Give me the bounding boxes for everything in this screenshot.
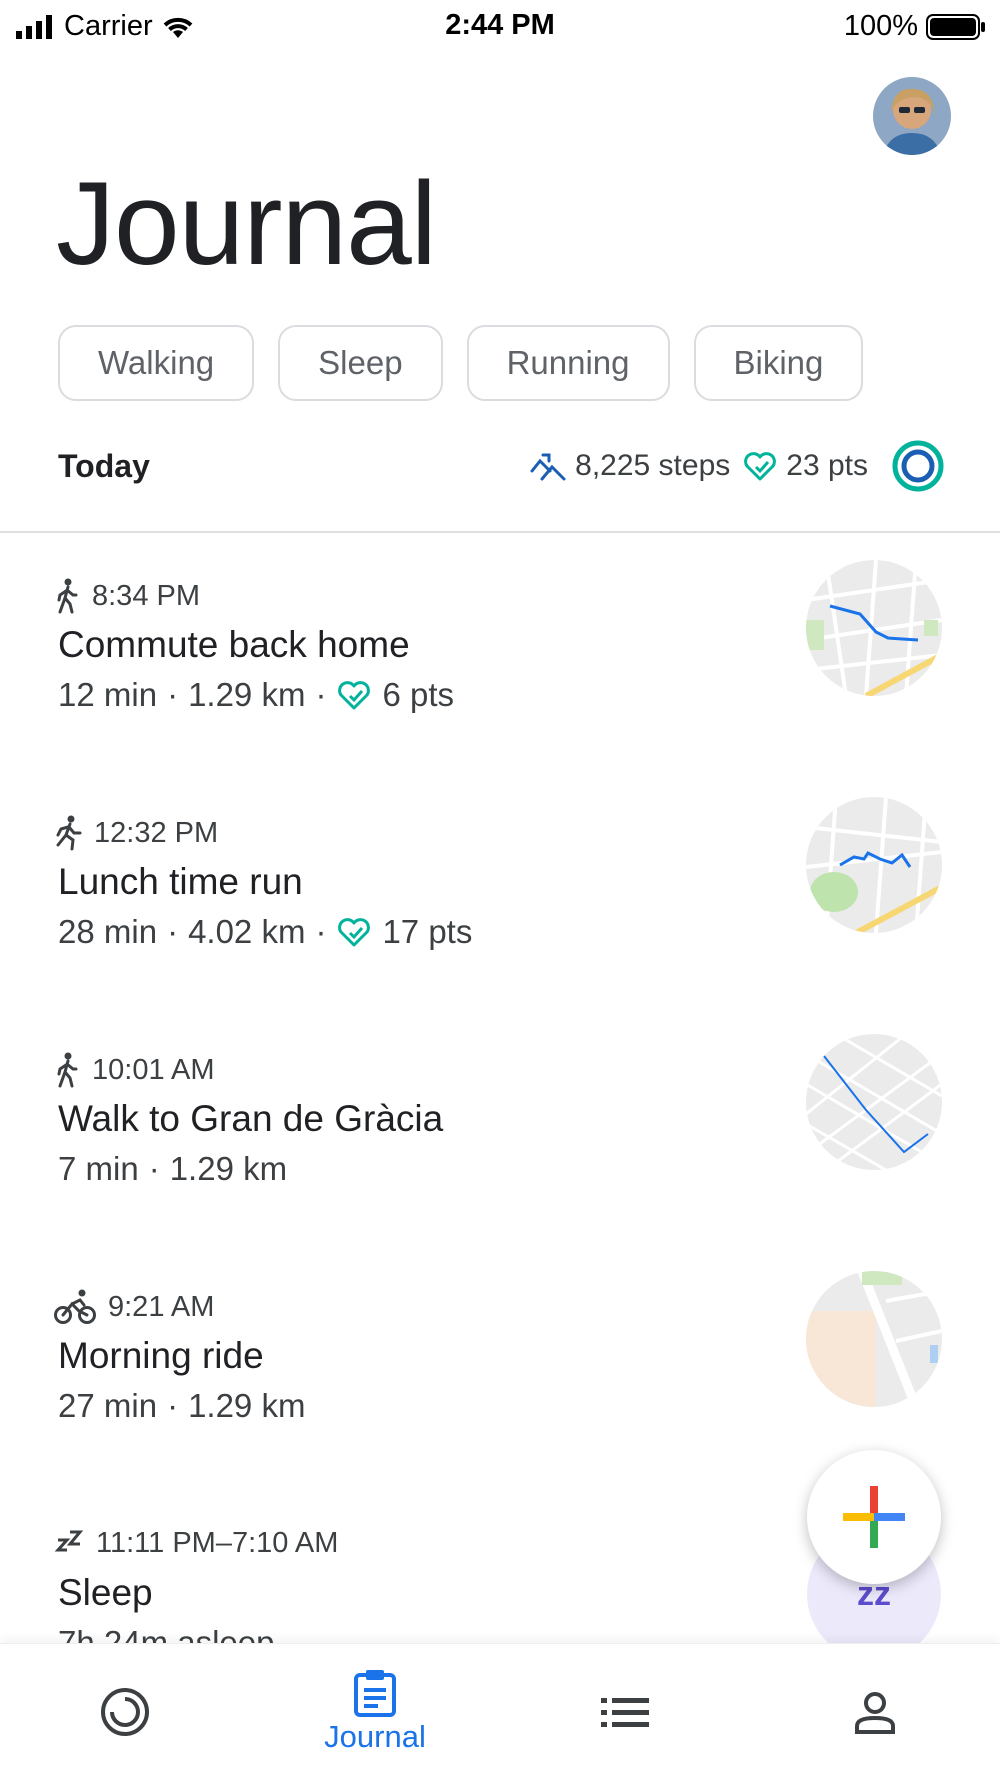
browse-icon <box>601 1697 649 1727</box>
avatar-image <box>873 77 951 155</box>
activity-title: Walk to Gran de Gràcia <box>58 1098 444 1139</box>
steps-value: 8,225 steps <box>575 449 731 482</box>
nav-profile[interactable] <box>750 1644 1000 1778</box>
map-image <box>806 1271 942 1407</box>
sleep-icon <box>54 1530 84 1552</box>
activity-item[interactable]: 10:01 AM Walk to Gran de Gràcia 7 min · 1… <box>0 1034 1000 1272</box>
activity-distance: 1.29 km <box>188 1387 306 1424</box>
activity-distance: 1.29 km <box>169 1150 288 1187</box>
activity-time: 11:11 PM–7:10 AM <box>96 1526 339 1559</box>
map-image <box>806 1034 942 1170</box>
activity-meta: 12 min · 1.29 km · 6 pts <box>58 676 454 713</box>
today-label: Today <box>58 448 150 484</box>
activity-time: 9:21 AM <box>108 1290 215 1323</box>
page-title: Journal <box>56 158 437 290</box>
map-image <box>806 797 942 933</box>
running-icon <box>56 815 82 851</box>
activity-time: 8:34 PM <box>92 579 200 612</box>
activity-duration: 28 min <box>58 913 158 950</box>
activity-item[interactable]: 8:34 PM Commute back home 12 min · 1.29 k… <box>0 560 1000 798</box>
activity-time-row: 9:21 AM <box>54 1289 214 1325</box>
activity-time-row: 10:01 AM <box>54 1052 215 1088</box>
heart-points-icon <box>338 918 371 947</box>
today-summary: Today 8,225 steps 23 pts <box>0 430 1000 530</box>
activity-meta: 28 min · 4.02 km · 17 pts <box>58 913 473 950</box>
heart-points-icon <box>338 681 371 710</box>
steps-stat: 8,225 steps <box>529 449 730 483</box>
status-right: 100% <box>844 10 986 43</box>
filter-chip-biking[interactable]: Biking <box>693 325 864 401</box>
activity-duration: 7 min <box>58 1150 139 1187</box>
activity-meta: 7h 24m asleep <box>58 1624 274 1643</box>
route-map-thumbnail[interactable] <box>806 797 942 933</box>
activity-time-row: 8:34 PM <box>54 578 200 614</box>
filter-chips: Walking Sleep Running Biking <box>58 325 864 401</box>
activity-meta: 27 min · 1.29 km <box>58 1387 306 1424</box>
daily-goal-ring-icon[interactable] <box>890 438 946 494</box>
walking-icon <box>57 578 78 614</box>
heart-points-icon <box>744 452 777 481</box>
nav-home[interactable] <box>0 1644 250 1778</box>
points-stat: 23 pts <box>742 449 868 483</box>
filter-chip-walking[interactable]: Walking <box>58 325 255 401</box>
route-map-thumbnail[interactable] <box>806 1271 942 1407</box>
activity-title: Sleep <box>58 1572 153 1613</box>
bottom-navigation: Journal <box>0 1643 1000 1778</box>
home-ring-icon <box>101 1687 149 1736</box>
today-stats: 8,225 steps 23 pts <box>529 438 946 494</box>
activity-title: Morning ride <box>58 1335 264 1376</box>
activity-meta: 7 min · 1.29 km <box>58 1150 288 1187</box>
nav-journal-label: Journal <box>324 1718 426 1754</box>
nav-journal[interactable]: Journal <box>250 1644 500 1778</box>
activity-time-row: 12:32 PM <box>54 815 218 851</box>
today-divider <box>0 531 1000 533</box>
profile-icon <box>855 1691 895 1734</box>
add-activity-button[interactable] <box>807 1450 941 1584</box>
battery-percent: 100% <box>843 10 918 42</box>
walking-icon <box>57 1052 78 1088</box>
activity-title: Commute back home <box>58 624 410 665</box>
activity-duration: 27 min <box>58 1387 158 1424</box>
route-map-thumbnail[interactable] <box>806 560 942 696</box>
activity-item[interactable]: 12:32 PM Lunch time run 28 min · 4.02 km ·… <box>0 797 1000 1035</box>
activity-distance: 4.02 km <box>188 913 306 950</box>
status-bar: Carrier 2:44 PM 100% <box>0 0 1000 52</box>
biking-icon <box>54 1289 96 1324</box>
journal-icon <box>354 1669 396 1717</box>
activity-sleep-duration: 7h 24m asleep <box>58 1624 275 1643</box>
activity-points: 6 pts <box>382 676 454 713</box>
activity-time-row: 11:11 PM–7:10 AM <box>54 1526 338 1560</box>
filter-chip-sleep[interactable]: Sleep <box>278 325 443 401</box>
filter-chip-running[interactable]: Running <box>466 325 670 401</box>
map-image <box>806 560 942 696</box>
profile-avatar[interactable] <box>873 77 951 155</box>
activity-duration: 12 min <box>58 676 158 713</box>
activity-title: Lunch time run <box>58 861 303 902</box>
route-map-thumbnail[interactable] <box>806 1034 942 1170</box>
points-value: 23 pts <box>786 449 868 482</box>
battery-icon <box>926 13 985 40</box>
activity-time: 12:32 PM <box>94 816 219 849</box>
activity-distance: 1.29 km <box>188 676 306 713</box>
activity-points: 17 pts <box>382 913 473 950</box>
steps-icon <box>530 453 566 481</box>
plus-icon <box>843 1486 905 1548</box>
activity-time: 10:01 AM <box>92 1053 215 1086</box>
nav-browse[interactable] <box>500 1644 750 1778</box>
